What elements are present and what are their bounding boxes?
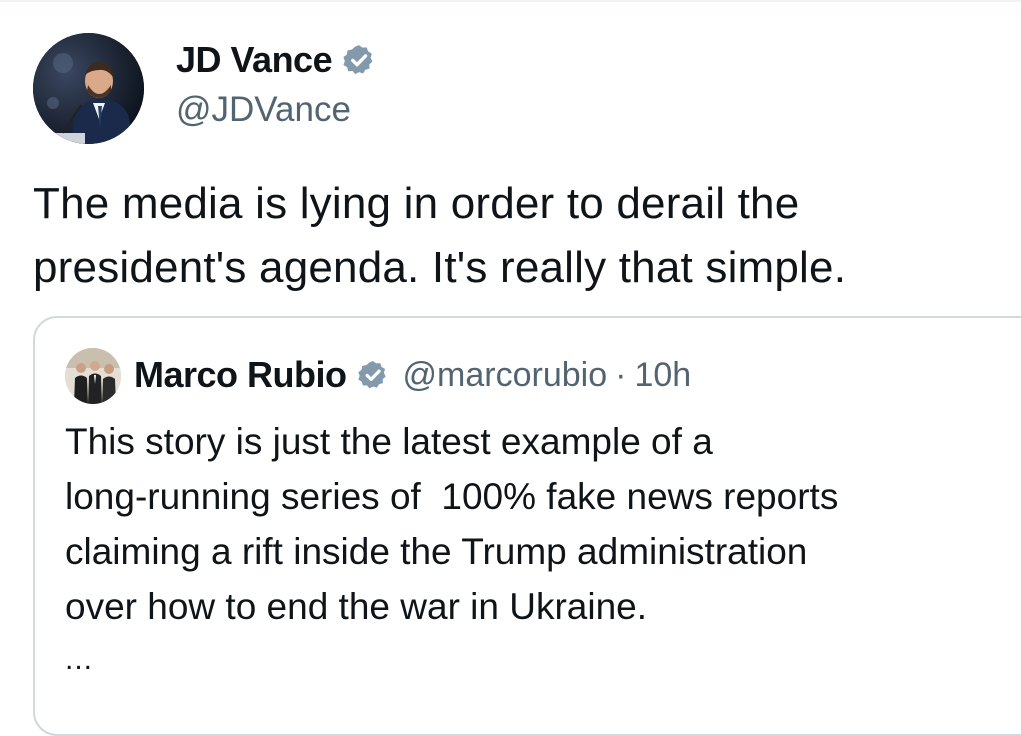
tweet-text: The media is lying in order to derail th… bbox=[33, 179, 847, 292]
quoted-author-name[interactable]: Marco Rubio bbox=[134, 354, 347, 396]
top-divider bbox=[0, 0, 1021, 2]
verified-badge-icon bbox=[357, 359, 389, 391]
author-avatar[interactable] bbox=[33, 33, 144, 144]
verified-badge-icon bbox=[342, 43, 376, 77]
quoted-author-avatar[interactable] bbox=[65, 348, 121, 404]
author-handle[interactable]: @JDVance bbox=[176, 88, 351, 132]
author-name-row[interactable]: JD Vance bbox=[176, 38, 376, 82]
quoted-tweet-text: This story is just the latest example of… bbox=[65, 421, 839, 627]
quoted-tweet-timestamp[interactable]: 10h bbox=[634, 356, 691, 395]
quoted-tweet-header: Marco Rubio @marcorubio · 10h bbox=[134, 352, 691, 398]
quoted-tweet-ellipsis: ... bbox=[65, 643, 94, 676]
quoted-author-handle[interactable]: @marcorubio bbox=[403, 356, 608, 395]
separator-dot: · bbox=[615, 355, 627, 394]
author-name[interactable]: JD Vance bbox=[176, 38, 333, 82]
